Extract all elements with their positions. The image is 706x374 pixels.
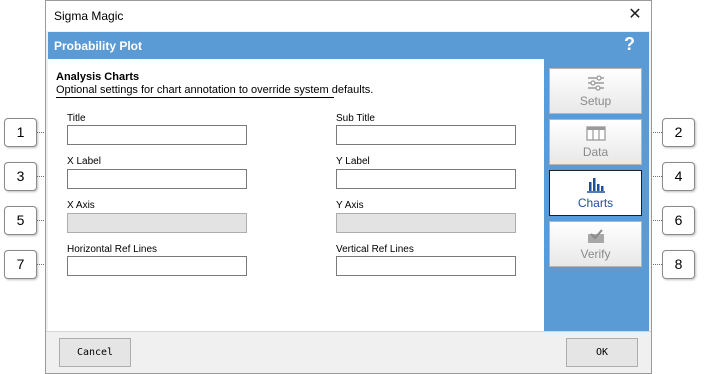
callout-6: 6 (662, 206, 695, 235)
subtitle-input[interactable] (336, 125, 516, 145)
x-axis-label: X Axis (67, 200, 95, 211)
horizontal-ref-lines-label: Horizontal Ref Lines (67, 244, 158, 255)
title-bar: Sigma Magic ✕ (46, 1, 651, 31)
dialog-heading: Probability Plot (54, 39, 143, 53)
y-label-label: Y Label (336, 156, 370, 167)
ok-button[interactable]: OK (566, 338, 638, 367)
footer-bar: Cancel OK (46, 331, 651, 373)
bar-chart-icon (586, 178, 605, 193)
vertical-ref-lines-label: Vertical Ref Lines (336, 244, 414, 255)
cancel-button[interactable]: Cancel (59, 338, 131, 367)
nav-charts-button[interactable]: Charts (549, 170, 642, 216)
x-label-label: X Label (67, 156, 101, 167)
help-icon[interactable]: ? (624, 34, 635, 55)
callout-5: 5 (4, 206, 37, 235)
close-icon[interactable]: ✕ (625, 5, 645, 25)
callout-4: 4 (662, 162, 695, 191)
content-panel: Analysis Charts Optional settings for ch… (48, 59, 544, 331)
vertical-ref-lines-input[interactable] (336, 256, 516, 276)
dialog-window: Sigma Magic ✕ Probability Plot ? Analysi… (45, 0, 652, 374)
nav-data-button[interactable]: Data (549, 119, 642, 165)
table-icon (585, 126, 606, 141)
section-divider (56, 97, 334, 98)
callout-1: 1 (4, 118, 37, 147)
nav-setup-button[interactable]: Setup (549, 68, 642, 114)
title-label: Title (67, 113, 86, 124)
y-axis-input (336, 213, 516, 233)
callout-7: 7 (4, 250, 37, 279)
nav-setup-label: Setup (579, 94, 612, 108)
x-label-input[interactable] (67, 169, 247, 189)
title-input[interactable] (67, 125, 247, 145)
callout-3: 3 (4, 162, 37, 191)
section-title: Analysis Charts (56, 71, 140, 83)
subtitle-label: Sub Title (336, 113, 375, 124)
horizontal-ref-lines-input[interactable] (67, 256, 247, 276)
callout-2: 2 (662, 118, 695, 147)
callout-8: 8 (662, 250, 695, 279)
nav-verify-label: Verify (580, 247, 611, 261)
nav-data-label: Data (582, 145, 609, 159)
nav-verify-button[interactable]: Verify (549, 221, 642, 267)
sliders-icon (587, 75, 604, 91)
y-axis-label: Y Axis (336, 200, 364, 211)
header-band: Probability Plot ? (48, 32, 649, 59)
window-title: Sigma Magic (54, 9, 124, 23)
section-description: Optional settings for chart annotation t… (56, 84, 374, 96)
verify-check-icon (587, 229, 604, 243)
y-label-input[interactable] (336, 169, 516, 189)
nav-panel: Setup Data Charts Verify (544, 59, 649, 331)
nav-charts-label: Charts (577, 196, 614, 210)
x-axis-input (67, 213, 247, 233)
